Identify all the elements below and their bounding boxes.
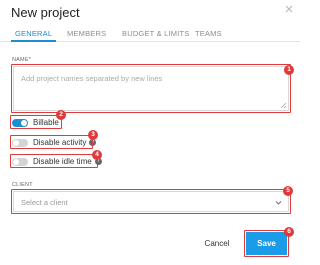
annotation-badge-4: 4	[92, 150, 102, 160]
active-tab-indicator	[11, 40, 56, 42]
toggle-knob	[13, 139, 19, 146]
save-button[interactable]: Save	[246, 232, 287, 255]
disable-idle-time-row: Disable idle time ?	[12, 156, 102, 167]
client-select-placeholder: Select a client	[21, 198, 68, 207]
tab-general[interactable]: GENERAL	[15, 29, 52, 38]
info-icon[interactable]: ?	[89, 139, 97, 146]
disable-idle-time-label: Disable idle time	[33, 157, 92, 166]
disable-activity-row: Disable activity ?	[12, 137, 97, 148]
annotation-badge-2: 2	[56, 110, 66, 120]
chevron-down-icon	[275, 201, 282, 205]
disable-activity-label: Disable activity	[33, 138, 87, 147]
client-field-label: CLIENT	[12, 182, 33, 188]
toggle-knob	[13, 158, 19, 165]
tab-members[interactable]: MEMBERS	[67, 29, 106, 38]
tab-teams[interactable]: TEAMS	[195, 29, 222, 38]
toggle-knob	[21, 119, 27, 126]
close-icon[interactable]	[283, 3, 295, 15]
annotation-badge-6: 6	[284, 227, 294, 237]
tab-budget-limits[interactable]: BUDGET & LIMITS	[122, 29, 189, 38]
new-project-dialog: New project GENERAL MEMBERS BUDGET & LIM…	[0, 0, 300, 265]
resize-handle-icon[interactable]	[280, 102, 286, 108]
project-names-placeholder: Add project names separated by new lines	[21, 74, 163, 83]
annotation-badge-3: 3	[88, 130, 98, 140]
disable-idle-time-toggle[interactable]	[12, 157, 28, 166]
client-select[interactable]: Select a client	[13, 191, 289, 212]
dialog-title: New project	[11, 5, 80, 20]
disable-activity-toggle[interactable]	[12, 138, 28, 147]
annotation-badge-5: 5	[283, 186, 293, 196]
billable-row: Billable	[12, 117, 59, 128]
annotation-badge-1: 1	[284, 65, 294, 75]
billable-toggle[interactable]	[12, 118, 28, 127]
name-field-label: NAME*	[12, 57, 32, 63]
billable-label: Billable	[33, 118, 59, 127]
project-names-textarea[interactable]: Add project names separated by new lines	[13, 66, 289, 111]
tab-bar: GENERAL MEMBERS BUDGET & LIMITS TEAMS	[0, 26, 300, 42]
cancel-button[interactable]: Cancel	[196, 235, 238, 253]
